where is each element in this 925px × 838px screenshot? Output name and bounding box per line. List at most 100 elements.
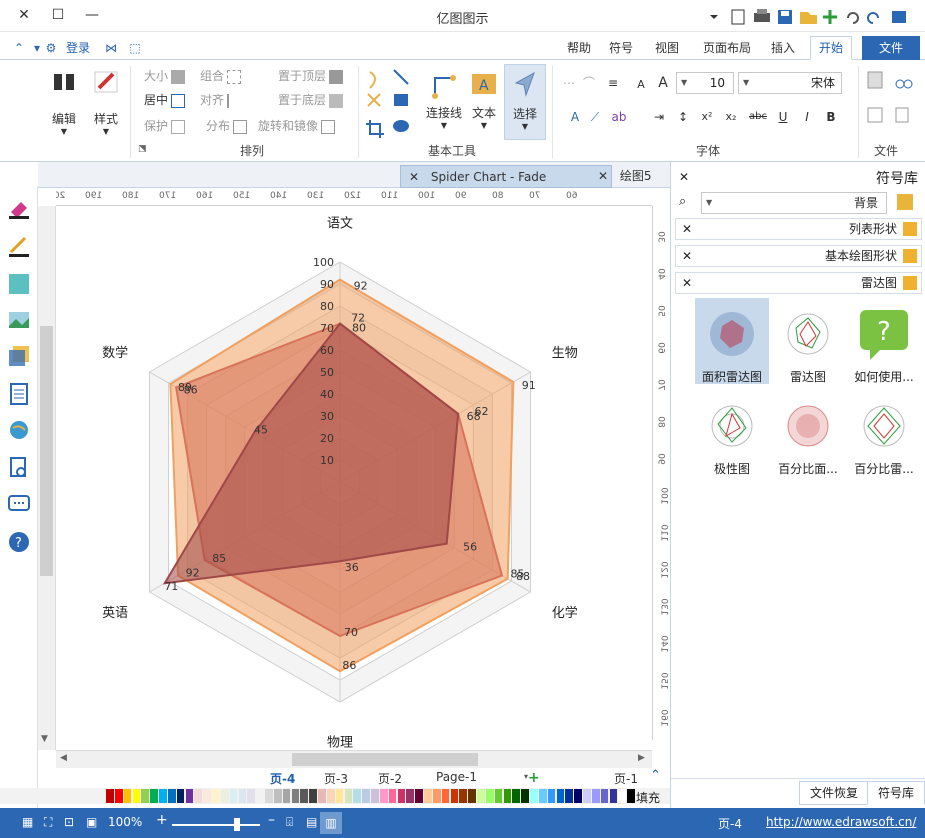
color-swatch[interactable] (106, 789, 114, 803)
tab-file[interactable]: 文件 (862, 36, 920, 60)
color-swatch[interactable] (291, 789, 300, 803)
color-swatch[interactable] (238, 789, 247, 803)
radar-chart[interactable]: 1020304050607080901009280729168628885568… (56, 206, 652, 750)
connector-tool-button[interactable]: 连接线 ▼ (424, 64, 464, 140)
arc-icon[interactable] (369, 71, 376, 89)
color-swatch[interactable] (397, 789, 406, 803)
color-swatch[interactable] (556, 789, 565, 803)
italic-button[interactable]: I (798, 108, 816, 126)
strikethrough-button[interactable]: abc (746, 108, 770, 126)
subscript-button[interactable]: x₂ (722, 108, 740, 126)
color-swatch[interactable] (538, 789, 547, 803)
text-tool-button[interactable]: A 文本 ▼ (466, 64, 502, 140)
presentation-icon[interactable]: ⌹ (286, 815, 293, 830)
login-link[interactable]: 登录 (66, 39, 90, 56)
color-swatch[interactable] (477, 789, 485, 803)
close-icon[interactable]: ✕ (682, 246, 692, 266)
color-swatch[interactable] (415, 789, 423, 803)
crop-icon[interactable] (366, 120, 384, 138)
color-swatch[interactable] (424, 789, 432, 803)
cut-icon[interactable] (895, 79, 913, 89)
page-tab-2[interactable]: 页-2 (378, 770, 402, 787)
tab-view[interactable]: 视图 (646, 36, 688, 60)
bold-button[interactable]: B (822, 108, 840, 126)
open-icon[interactable] (800, 12, 817, 24)
scrollbar-thumb[interactable] (292, 753, 478, 766)
color-swatch[interactable] (565, 789, 574, 803)
rectangle-icon[interactable] (394, 94, 408, 106)
grow-font-icon[interactable]: A (654, 74, 672, 92)
fill-icon[interactable] (7, 196, 31, 220)
color-swatch[interactable] (229, 789, 238, 803)
scrollbar-thumb[interactable] (40, 326, 53, 576)
rotate-mirror-button[interactable]: 旋转和镜像 (258, 116, 336, 136)
color-swatch[interactable] (627, 789, 635, 803)
color-swatch[interactable] (212, 789, 220, 803)
tab-symbol-library[interactable]: 符号库 (867, 781, 925, 805)
comment-icon[interactable] (7, 492, 31, 516)
normal-view-icon[interactable]: ▥ (320, 812, 342, 834)
chevron-up-icon[interactable]: ⌃ (650, 768, 661, 783)
add-icon[interactable] (823, 10, 837, 24)
color-swatch[interactable] (141, 789, 150, 803)
chevron-down-icon[interactable]: ▾ (524, 772, 528, 781)
shape-percent-radar[interactable]: 百分比雷... (847, 394, 921, 476)
color-swatch[interactable] (353, 789, 362, 803)
paragraph-icon[interactable]: ⌒ (580, 74, 598, 92)
color-swatch[interactable] (273, 789, 282, 803)
format-painter-icon[interactable] (867, 107, 883, 123)
library-radar-charts[interactable]: ✕ 雷达图 (675, 272, 922, 294)
protect-button[interactable]: 保护 (144, 116, 186, 136)
color-swatch[interactable] (379, 789, 388, 803)
globe-icon[interactable] (7, 418, 31, 442)
page-search-icon[interactable] (7, 456, 31, 480)
color-swatch[interactable] (450, 789, 459, 803)
actual-size-icon[interactable]: ▣ (86, 815, 97, 829)
color-swatch[interactable] (591, 789, 600, 803)
color-swatch[interactable] (521, 789, 529, 803)
send-to-back-button[interactable]: 置于底层 (278, 90, 344, 110)
color-swatch[interactable] (309, 789, 317, 803)
page-view-icon[interactable]: ▤ (306, 815, 317, 829)
color-swatch[interactable] (256, 789, 264, 803)
color-swatch[interactable] (150, 789, 158, 803)
color-swatch[interactable] (282, 789, 291, 803)
text-direction-icon[interactable]: ⟋ (586, 108, 604, 126)
size-button[interactable]: 大小 (144, 66, 186, 86)
close-icon[interactable]: ✕ (409, 170, 419, 184)
align-icon[interactable]: ≡ (604, 74, 622, 92)
shape-polar[interactable]: 极性图 (695, 394, 769, 476)
close-icon[interactable]: ✕ (682, 273, 692, 293)
color-swatch[interactable] (371, 789, 379, 803)
color-swatch[interactable] (600, 789, 609, 803)
tab-home[interactable]: 开始 (810, 36, 853, 60)
color-swatch[interactable] (574, 789, 582, 803)
page-tab-3[interactable]: 页-3 (324, 770, 348, 787)
color-swatch[interactable] (318, 789, 326, 803)
line-spacing-icon[interactable]: ↕ (674, 108, 692, 126)
center-button[interactable]: 居中 (144, 90, 186, 110)
color-swatch[interactable] (503, 789, 512, 803)
style-button[interactable]: 样式 ▼ (86, 66, 126, 136)
library-menu-icon[interactable] (897, 194, 913, 210)
color-swatch[interactable] (609, 789, 618, 803)
color-swatch[interactable] (530, 789, 538, 803)
library-basic-shapes[interactable]: ✕ 基本绘图形状 (675, 245, 922, 267)
undo-icon[interactable] (847, 12, 859, 24)
more-icon[interactable] (892, 11, 906, 23)
color-swatch[interactable] (485, 789, 494, 803)
color-swatch[interactable] (176, 789, 185, 803)
color-swatch[interactable] (362, 789, 370, 803)
zoom-out-icon[interactable]: – (268, 812, 275, 828)
library-search-select[interactable]: ▼ 背景 (701, 192, 887, 214)
color-swatch[interactable] (432, 789, 441, 803)
close-icon[interactable]: ✕ (679, 170, 689, 184)
new-file-icon[interactable] (731, 9, 745, 25)
layers-icon[interactable] (7, 344, 31, 368)
line-icon[interactable] (393, 69, 409, 85)
color-swatch[interactable] (194, 789, 203, 803)
line-style-icon[interactable] (7, 234, 31, 258)
save-icon[interactable] (778, 10, 792, 24)
add-page-icon[interactable]: + (528, 770, 540, 786)
export-icon[interactable]: ⬚ (126, 40, 144, 56)
